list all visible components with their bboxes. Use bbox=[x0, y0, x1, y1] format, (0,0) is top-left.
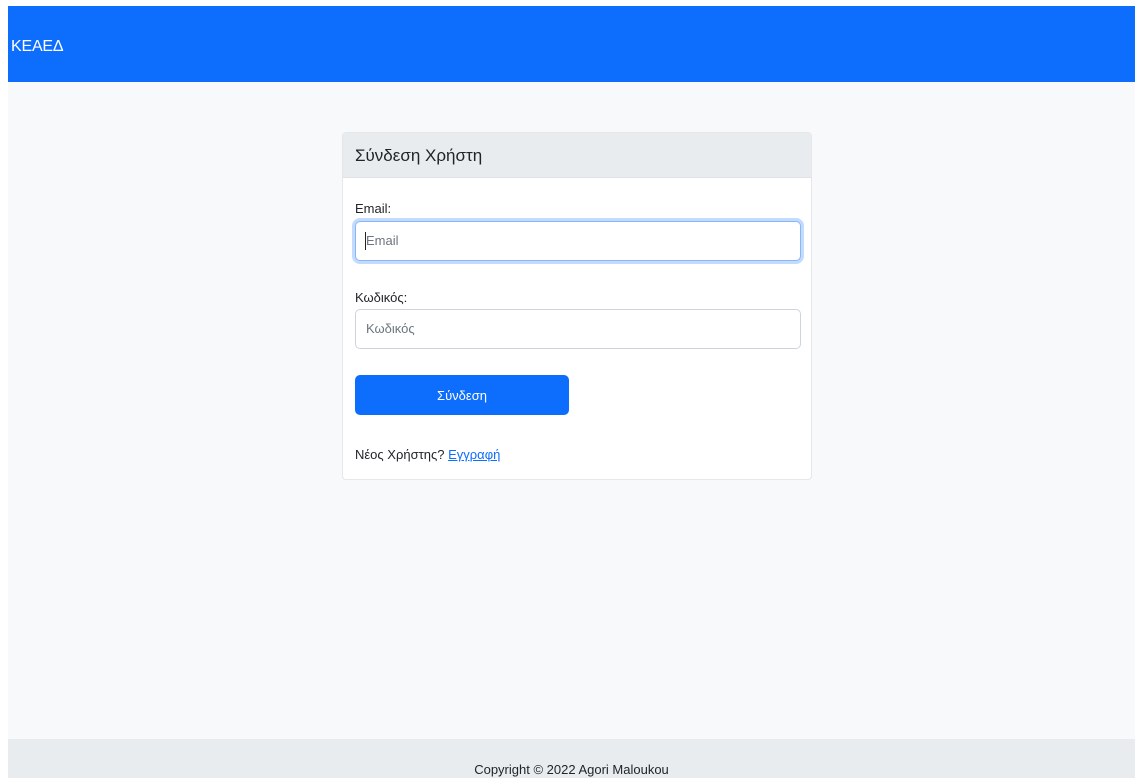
register-link[interactable]: Εγγραφή bbox=[448, 447, 500, 462]
login-card-header: Σύνδεση Χρήστη bbox=[343, 133, 811, 178]
register-prompt-text: Νέος Χρήστης? bbox=[355, 447, 445, 462]
register-prompt-line: Νέος Χρήστης? Εγγραφή bbox=[355, 447, 500, 462]
password-input[interactable] bbox=[355, 309, 801, 349]
login-button[interactable]: Σύνδεση bbox=[355, 375, 569, 415]
copyright-text: Copyright © 2022 Agori Maloukou bbox=[474, 762, 669, 777]
text-cursor bbox=[365, 232, 366, 250]
brand-link[interactable]: ΚΕΑΕΔ bbox=[11, 38, 64, 56]
footer: Copyright © 2022 Agori Maloukou bbox=[8, 739, 1135, 778]
email-label: Email: bbox=[355, 201, 392, 216]
email-input[interactable] bbox=[355, 221, 801, 261]
page: ΚΕΑΕΔ Σύνδεση Χρήστη Email: Κωδικός: Σύν… bbox=[8, 6, 1135, 778]
top-navbar: ΚΕΑΕΔ bbox=[8, 6, 1135, 82]
login-title: Σύνδεση Χρήστη bbox=[355, 146, 483, 165]
password-label: Κωδικός: bbox=[355, 290, 408, 305]
login-card: Σύνδεση Χρήστη Email: Κωδικός: Σύνδεση Ν… bbox=[342, 132, 812, 480]
